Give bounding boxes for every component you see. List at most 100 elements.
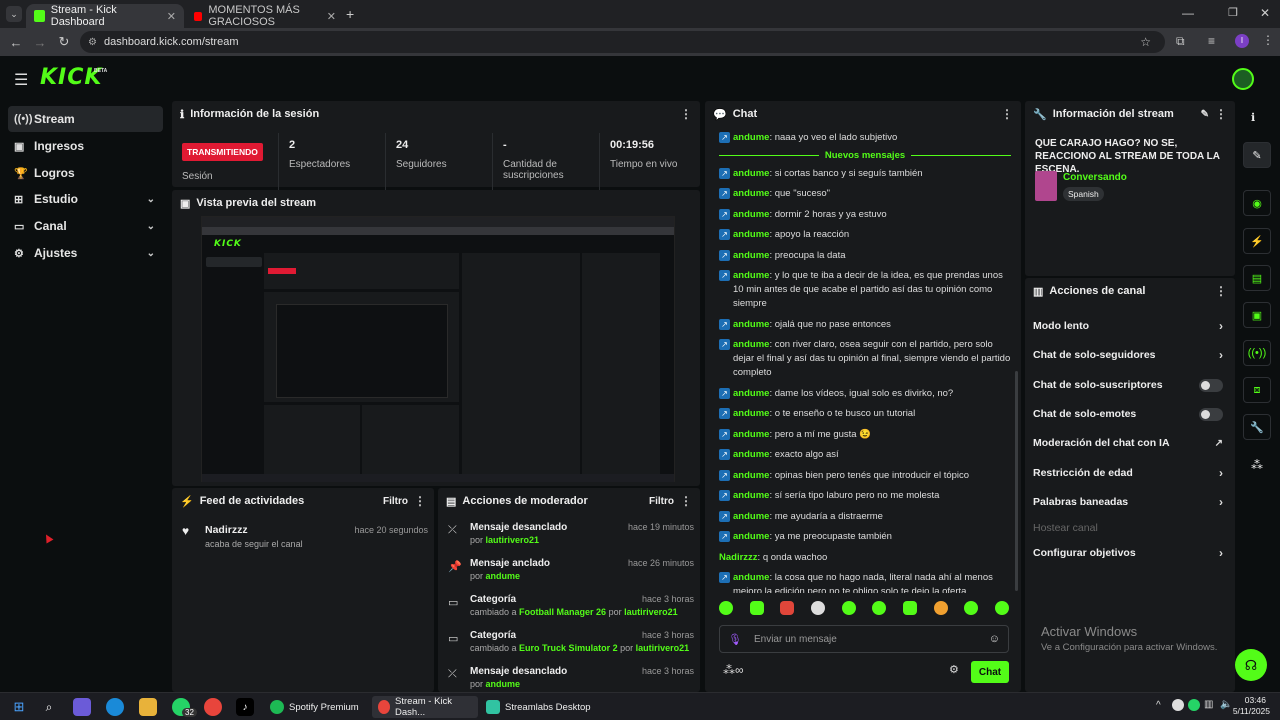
emotes-only-toggle[interactable]	[1199, 407, 1223, 421]
emote-icon[interactable]	[902, 601, 917, 615]
chat-username[interactable]: andume	[733, 319, 769, 330]
configure-goals-action[interactable]: Configurar objetivos ›	[1033, 539, 1223, 567]
microphone-icon[interactable]: 🎙	[728, 633, 742, 646]
clock-date[interactable]: 5/11/2025	[1232, 706, 1270, 716]
followers-only-action[interactable]: Chat de solo-seguidores ›	[1033, 341, 1223, 369]
detail-user[interactable]: lautirivero21	[636, 643, 690, 653]
emote-icon[interactable]	[719, 601, 733, 615]
broadcast-rail-icon[interactable]: ((•))	[1243, 340, 1271, 366]
filter-button[interactable]: Filtro	[383, 496, 408, 507]
slow-mode-action[interactable]: Modo lento ›	[1033, 312, 1223, 340]
filter-button[interactable]: Filtro	[649, 496, 674, 507]
address-bar[interactable]: ⚙ dashboard.kick.com/stream ☆	[80, 31, 1165, 53]
tab-search-icon[interactable]: ⌄	[6, 6, 22, 22]
emote-icon[interactable]	[994, 601, 1009, 615]
more-options-icon[interactable]: ⋮	[1001, 107, 1013, 121]
emote-icon[interactable]	[933, 601, 948, 615]
chat-username[interactable]: andume	[733, 188, 769, 199]
edge-icon[interactable]	[106, 698, 124, 716]
chat-username[interactable]: andume	[733, 388, 769, 399]
more-options-icon[interactable]: ⋮	[414, 494, 426, 508]
hamburger-menu-icon[interactable]: ☰	[14, 70, 28, 90]
category-name[interactable]: Conversando	[1063, 172, 1127, 183]
stream-preview-video[interactable]: KICK	[201, 216, 675, 482]
age-restriction-action[interactable]: Restricción de edad ›	[1033, 459, 1223, 487]
clock-time[interactable]: 03:46	[1244, 695, 1266, 705]
edit-rail-icon[interactable]: ✎	[1243, 142, 1271, 168]
emote-icon[interactable]	[841, 601, 856, 615]
search-icon[interactable]: ⌕	[40, 698, 58, 716]
chat-username[interactable]: andume	[733, 132, 769, 143]
tiktok-icon[interactable]: ♪	[236, 698, 254, 716]
user-avatar[interactable]	[1232, 68, 1254, 90]
layout-rail-icon[interactable]: ⧈	[1243, 377, 1271, 403]
file-explorer-icon[interactable]	[139, 698, 157, 716]
site-info-icon[interactable]: ⚙	[88, 37, 97, 48]
forward-icon[interactable]: →	[28, 35, 52, 50]
chat-username[interactable]: andume	[733, 449, 769, 460]
wifi-icon[interactable]: ▥	[1204, 699, 1213, 710]
more-options-icon[interactable]: ⋮	[1215, 107, 1227, 121]
close-tab-icon[interactable]: ✕	[327, 10, 336, 23]
info-icon[interactable]: ℹ	[1251, 111, 1255, 124]
chat-username[interactable]: andume	[733, 168, 769, 179]
sidebar-item-stream[interactable]: ((•)) Stream	[8, 106, 163, 132]
more-options-icon[interactable]: ⋮	[680, 494, 692, 508]
extensions-icon[interactable]: ⧉	[1176, 34, 1185, 49]
lightning-rail-icon[interactable]: ⚡	[1243, 228, 1271, 254]
chat-input[interactable]: 🎙 Enviar un mensaje ☺	[719, 625, 1009, 653]
wrench-rail-icon[interactable]: 🔧	[1243, 414, 1271, 440]
close-tab-icon[interactable]: ✕	[167, 10, 176, 23]
chat-username[interactable]: andume	[733, 490, 769, 501]
chat-messages[interactable]: ↗ andume: naaa yo veo el lado subjetivo Nu…	[719, 131, 1011, 593]
chat-username[interactable]: andume	[733, 250, 769, 261]
detail-user[interactable]: lautirivero21	[624, 607, 678, 617]
detail-target[interactable]: Euro Truck Simulator 2	[519, 643, 618, 653]
taskbar-app-chrome[interactable]: Stream - Kick Dash...	[372, 696, 478, 718]
profile-avatar-icon[interactable]: I	[1235, 34, 1249, 48]
minimize-icon[interactable]: —	[1182, 6, 1194, 20]
bookmark-star-icon[interactable]: ☆	[1140, 35, 1151, 49]
chat-username[interactable]: andume	[733, 429, 769, 440]
chat-username[interactable]: andume	[733, 531, 769, 542]
back-icon[interactable]: ←	[4, 35, 28, 50]
detail-target[interactable]: andume	[486, 679, 521, 689]
sidebar-item-estudio[interactable]: ⊞ Estudio ⌄	[8, 186, 163, 212]
taskbar-app-spotify[interactable]: Spotify Premium	[264, 696, 365, 718]
chrome-icon[interactable]	[204, 698, 222, 716]
emote-icon[interactable]	[749, 601, 764, 615]
reading-list-icon[interactable]: ≡	[1208, 34, 1215, 48]
sidebar-item-logros[interactable]: 🏆 Logros	[8, 160, 163, 186]
restore-icon[interactable]: ❐	[1228, 6, 1238, 19]
chat-scrollbar[interactable]	[1015, 371, 1018, 591]
chat-username[interactable]: andume	[733, 339, 769, 350]
chat-rail-icon[interactable]: ▣	[1243, 302, 1271, 328]
chat-username[interactable]: Nadirzzz	[719, 552, 758, 563]
detail-target[interactable]: andume	[486, 571, 521, 581]
chat-username[interactable]: andume	[733, 229, 769, 240]
chat-username[interactable]: andume	[733, 209, 769, 220]
taskbar-app-streamlabs[interactable]: Streamlabs Desktop	[480, 696, 597, 718]
ai-moderation-action[interactable]: Moderación del chat con IA ↗	[1033, 429, 1223, 457]
send-chat-button[interactable]: Chat	[971, 661, 1009, 683]
chat-settings-icon[interactable]: ⚙	[949, 663, 959, 676]
chat-username[interactable]: andume	[733, 470, 769, 481]
chat-username[interactable]: andume	[733, 511, 769, 522]
detail-target[interactable]: Football Manager 26	[519, 607, 606, 617]
reload-icon[interactable]: ↻	[52, 34, 76, 50]
copilot-icon[interactable]	[73, 698, 91, 716]
support-chat-button[interactable]: ☊	[1235, 649, 1267, 681]
camera-rail-icon[interactable]: ◉	[1243, 190, 1271, 216]
browser-tab-youtube[interactable]: MOMENTOS MÁS GRACIOSOS ✕	[186, 4, 344, 28]
more-options-icon[interactable]: ⋮	[680, 107, 692, 121]
banned-words-action[interactable]: Palabras baneadas ›	[1033, 488, 1223, 516]
chat-username[interactable]: andume	[733, 572, 769, 583]
chat-username[interactable]: andume	[733, 270, 769, 281]
browser-menu-icon[interactable]: ⋮	[1262, 33, 1274, 47]
new-tab-icon[interactable]: +	[346, 6, 354, 22]
emoji-picker-icon[interactable]: ☺	[989, 633, 1000, 645]
volume-icon[interactable]: 🔈	[1220, 699, 1232, 710]
emote-icon[interactable]	[810, 601, 825, 615]
tray-whatsapp-icon[interactable]	[1188, 699, 1200, 711]
kick-points-rail-icon[interactable]: ⁂	[1251, 458, 1263, 472]
